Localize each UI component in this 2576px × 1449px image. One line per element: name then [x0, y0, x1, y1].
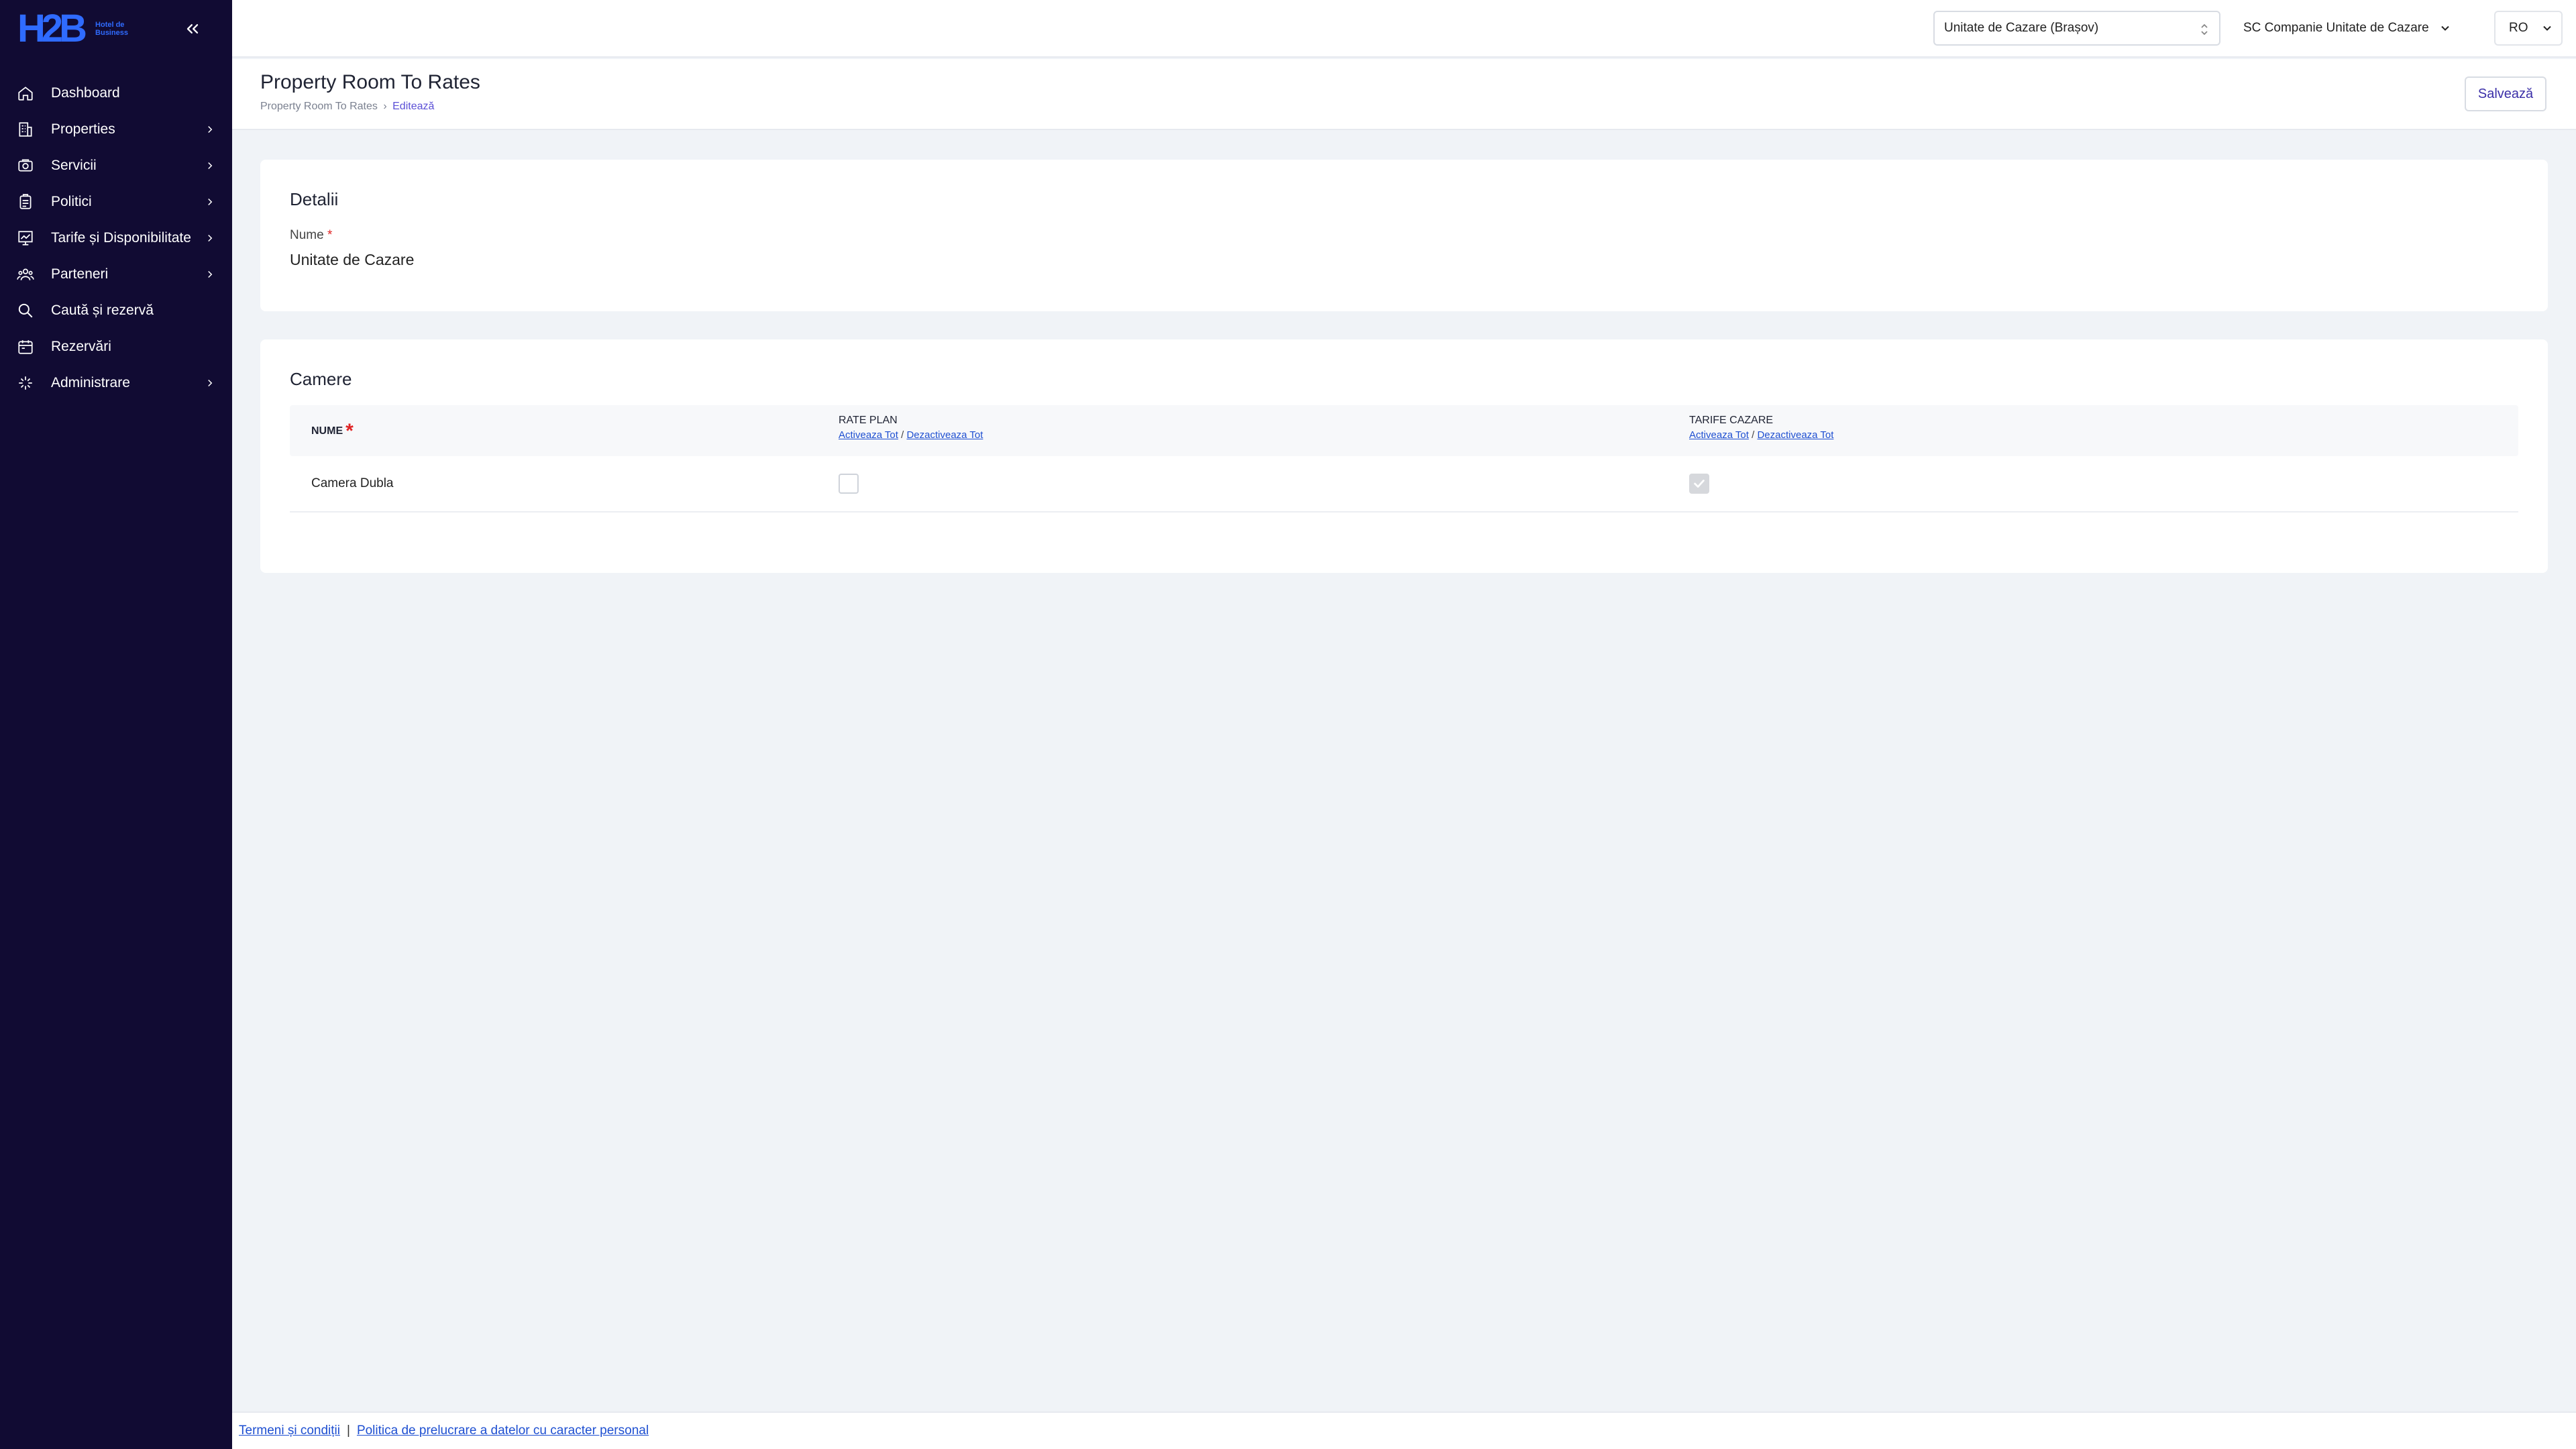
- privacy-link[interactable]: Politica de prelucrare a datelor cu cara…: [357, 1424, 649, 1438]
- logo-mark: H2B: [17, 7, 87, 50]
- updown-chevron-icon: [2201, 23, 2208, 36]
- calendar-icon: [16, 337, 35, 356]
- users-icon: [16, 265, 35, 284]
- top-bar: Unitate de Cazare (Brașov) SC Companie U…: [232, 0, 2576, 58]
- chevron-right-icon: [203, 376, 217, 390]
- tarife-activate-all-link[interactable]: Activeaza Tot: [1689, 429, 1749, 441]
- table-header: NUME * RATE PLAN Activeaza Tot / Dezacti…: [290, 405, 2518, 456]
- link-separator: /: [901, 429, 904, 441]
- sparkle-icon: [16, 374, 35, 392]
- chevron-right-icon: [203, 195, 217, 209]
- sidebar-item-tarife[interactable]: Tarife și Disponibilitate: [0, 220, 232, 256]
- sidebar-item-label: Rezervări: [51, 339, 111, 354]
- name-field-label: Nume *: [290, 228, 332, 243]
- tarife-links: Activeaza Tot / Dezactiveaza Tot: [1689, 429, 1833, 441]
- sidebar-item-rezervari[interactable]: Rezervări: [0, 329, 232, 365]
- sidebar: H2B Hotel de Business Dashboard Properti…: [0, 0, 232, 1449]
- room-name: Camera Dubla: [311, 476, 394, 490]
- required-mark: *: [345, 420, 354, 442]
- column-header-name-text: NUME: [311, 425, 343, 437]
- language-select[interactable]: RO: [2494, 11, 2563, 46]
- rooms-card: Camere NUME * RATE PLAN Activeaza Tot / …: [260, 339, 2548, 573]
- rate-plan-checkbox[interactable]: [839, 474, 859, 494]
- clipboard-icon: [16, 193, 35, 211]
- footer: Termeni și condiții | Politica de preluc…: [232, 1411, 2576, 1449]
- chevron-right-icon: [203, 158, 217, 173]
- sidebar-item-label: Parteneri: [51, 266, 109, 282]
- breadcrumb-separator: ›: [383, 101, 387, 112]
- page-header: Property Room To Rates Property Room To …: [232, 59, 2576, 130]
- chevron-right-icon: [203, 231, 217, 246]
- rooms-title: Camere: [290, 369, 352, 389]
- name-field-value: Unitate de Cazare: [290, 251, 415, 268]
- chevron-down-icon: [2542, 25, 2551, 31]
- chevron-right-icon: [203, 122, 217, 137]
- sidebar-item-label: Politici: [51, 194, 92, 209]
- sidebar-item-label: Servicii: [51, 158, 97, 173]
- column-header-rate-plan-text: RATE PLAN: [839, 415, 898, 426]
- sidebar-item-properties[interactable]: Properties: [0, 111, 232, 148]
- save-button[interactable]: Salvează: [2465, 76, 2546, 111]
- name-label-text: Nume: [290, 228, 324, 242]
- details-card: Detalii Nume * Unitate de Cazare: [260, 160, 2548, 311]
- sidebar-item-label: Administrare: [51, 375, 130, 390]
- terms-link[interactable]: Termeni și condiții: [239, 1424, 340, 1438]
- services-icon: [16, 156, 35, 175]
- sidebar-item-label: Dashboard: [51, 85, 120, 101]
- footer-divider: |: [347, 1424, 350, 1438]
- property-select[interactable]: Unitate de Cazare (Brașov): [1933, 11, 2220, 46]
- checkmark-icon: [1694, 480, 1705, 488]
- chevron-down-icon: [2440, 25, 2449, 31]
- column-header-rate-plan: RATE PLAN Activeaza Tot / Dezactiveaza T…: [839, 415, 983, 441]
- property-select-value: Unitate de Cazare (Brașov): [1944, 21, 2099, 35]
- logo[interactable]: H2B Hotel de Business: [17, 7, 128, 50]
- column-header-tarife: TARIFE CAZARE Activeaza Tot / Dezactivea…: [1689, 415, 1833, 441]
- search-icon: [16, 301, 35, 320]
- company-select[interactable]: SC Companie Unitate de Cazare: [2243, 11, 2452, 46]
- rooms-table: NUME * RATE PLAN Activeaza Tot / Dezacti…: [290, 405, 2518, 513]
- sidebar-item-cauta[interactable]: Caută și rezervă: [0, 292, 232, 329]
- language-value: RO: [2509, 21, 2528, 35]
- company-select-value: SC Companie Unitate de Cazare: [2243, 21, 2429, 35]
- chevron-right-icon: [203, 267, 217, 282]
- column-header-name: NUME *: [311, 420, 354, 442]
- rate-plan-deactivate-all-link[interactable]: Dezactiveaza Tot: [906, 429, 983, 441]
- sidebar-item-dashboard[interactable]: Dashboard: [0, 75, 232, 111]
- sidebar-item-servicii[interactable]: Servicii: [0, 148, 232, 184]
- breadcrumb-parent[interactable]: Property Room To Rates: [260, 101, 378, 112]
- page-title: Property Room To Rates: [260, 71, 480, 93]
- sidebar-item-label: Properties: [51, 121, 115, 137]
- sidebar-item-administrare[interactable]: Administrare: [0, 365, 232, 401]
- required-mark: *: [327, 228, 333, 242]
- breadcrumb-current: Editează: [392, 101, 435, 112]
- tarife-deactivate-all-link[interactable]: Dezactiveaza Tot: [1757, 429, 1833, 441]
- column-header-tarife-text: TARIFE CAZARE: [1689, 415, 1774, 426]
- home-icon: [16, 84, 35, 103]
- tarife-checkbox[interactable]: [1689, 474, 1709, 494]
- table-row: Camera Dubla: [290, 456, 2518, 513]
- chart-icon: [16, 229, 35, 248]
- breadcrumb: Property Room To Rates › Editează: [260, 101, 434, 113]
- sidebar-item-parteneri[interactable]: Parteneri: [0, 256, 232, 292]
- sidebar-nav: Dashboard Properties Servicii Politici T…: [0, 75, 232, 401]
- sidebar-item-label: Tarife și Disponibilitate: [51, 230, 191, 246]
- rate-plan-activate-all-link[interactable]: Activeaza Tot: [839, 429, 898, 441]
- collapse-sidebar-button[interactable]: [181, 17, 204, 40]
- details-title: Detalii: [290, 189, 339, 209]
- sidebar-item-politici[interactable]: Politici: [0, 184, 232, 220]
- double-chevron-left-icon: [186, 24, 199, 34]
- logo-text: Hotel de Business: [95, 20, 128, 37]
- link-separator: /: [1752, 429, 1755, 441]
- sidebar-item-label: Caută și rezervă: [51, 303, 154, 318]
- rate-plan-links: Activeaza Tot / Dezactiveaza Tot: [839, 429, 983, 441]
- building-icon: [16, 120, 35, 139]
